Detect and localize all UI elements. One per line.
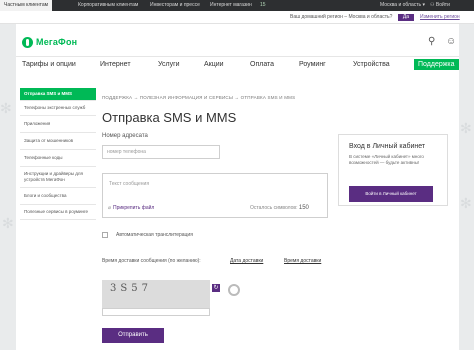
cabinet-title: Вход в Личный кабинет (349, 143, 426, 150)
sidebar-item-roaming[interactable]: Полезные сервисы в роуминге (20, 205, 96, 220)
message-textarea[interactable]: Текст сообщения (102, 173, 328, 218)
region-selector[interactable]: Москва и область ▾ (380, 0, 425, 11)
region-label: Москва и область (380, 2, 422, 8)
snowflake-decor: ✻ (460, 195, 472, 211)
cabinet-login-button[interactable]: Войти в Личный кабинет (349, 186, 433, 202)
page-title: Отправка SMS и MMS (102, 110, 237, 125)
nav-support[interactable]: Поддержка (414, 59, 459, 70)
sidebar-item-blogs[interactable]: Блоги и сообщества (20, 188, 96, 205)
nav-services[interactable]: Услуги (158, 59, 180, 70)
attach-file-link[interactable]: ⌀ Прикрепить файл (108, 205, 154, 211)
nav-payment[interactable]: Оплата (250, 59, 274, 70)
snowflake-decor: ✻ (2, 215, 14, 231)
delivery-date-link[interactable]: Дата доставки (230, 258, 263, 264)
refresh-icon[interactable]: ↻ (212, 284, 220, 292)
translit-checkbox[interactable] (102, 232, 108, 238)
sidebar-item-codes[interactable]: Телефонные коды (20, 150, 96, 167)
search-icon[interactable]: ⚲ (428, 36, 435, 47)
nav-promotions[interactable]: Акции (204, 59, 224, 70)
remaining-count: 150 (298, 205, 309, 211)
cabinet-text: В системе «Личный кабинет» много возможн… (349, 154, 424, 165)
delivery-time-link[interactable]: Время доставки (284, 258, 321, 264)
delivery-label: Время доставки сообщения (по желанию): (102, 258, 201, 264)
captcha-logo-icon (228, 284, 240, 296)
login-label: Войти (435, 2, 450, 8)
delivery-row: Время доставки сообщения (по желанию): Д… (102, 258, 321, 264)
change-region-link[interactable]: Изменить регион (420, 11, 460, 24)
breadcrumb[interactable]: ПОДДЕРЖКА → ПОЛЕЗНАЯ ИНФОРМАЦИЯ И СЕРВИС… (102, 95, 295, 100)
top-bar: Частным клиентам Корпоративным клиентам … (0, 0, 474, 11)
sidebar-item-fraud[interactable]: Защита от мошенников (20, 133, 96, 150)
login-link[interactable]: ⚇ Войти (430, 0, 450, 11)
snowflake-decor: ✻ (0, 100, 12, 116)
cabinet-box: Вход в Личный кабинет В системе «Личный … (338, 134, 448, 206)
send-button[interactable]: Отправить (102, 328, 164, 343)
tab-online-store[interactable]: Интернет магазин (206, 0, 256, 11)
sidebar-item-apps[interactable]: Приложения (20, 116, 96, 133)
captcha-input[interactable] (102, 308, 210, 316)
sidebar-item-emergency[interactable]: Телефоны экстренных служб (20, 101, 96, 116)
snowflake-decor: ✻ (460, 120, 472, 136)
main-content: Отправка SMS и MMS Телефоны экстренных с… (16, 72, 459, 350)
translit-option[interactable]: Автоматическая транслитерация (102, 232, 193, 238)
captcha-image: 3S57 (102, 280, 210, 308)
megafon-logo[interactable]: МегаФон (22, 35, 77, 49)
translit-label: Автоматическая транслитерация (116, 232, 193, 238)
region-bar: Ваш домашний регион – Москва и область? … (0, 11, 474, 24)
megafon-logo-icon (22, 36, 33, 48)
remaining-chars: Осталось символов: 150 (250, 205, 309, 211)
user-icon: ⚇ (430, 2, 435, 8)
captcha-logo (228, 284, 242, 296)
main-nav: Тарифы и опции Интернет Услуги Акции Опл… (16, 57, 459, 72)
user-icon[interactable]: ☺ (446, 36, 456, 47)
remaining-label: Осталось символов: (250, 205, 298, 211)
logo-text: МегаФон (36, 37, 78, 47)
nav-internet[interactable]: Интернет (100, 59, 131, 70)
phone-label: Номер адресата (102, 133, 148, 139)
region-yes-button[interactable]: Да (398, 14, 414, 21)
tab-private-clients[interactable]: Частным клиентам (0, 0, 53, 11)
region-question: Ваш домашний регион – Москва и область? (290, 14, 393, 20)
attach-label: Прикрепить файл (113, 205, 155, 211)
tab-corporate-clients[interactable]: Корпоративным клиентам (74, 0, 142, 11)
store-badge: 15 (260, 2, 266, 8)
nav-tariffs[interactable]: Тарифы и опции (22, 59, 76, 70)
sidebar-item-drivers[interactable]: Инструкции и драйверы для устройств Мега… (20, 167, 96, 188)
sidebar-item-sms-mms[interactable]: Отправка SMS и MMS (20, 88, 96, 101)
nav-roaming[interactable]: Роуминг (299, 59, 326, 70)
site-header: МегаФон ⚲ ☺ Тарифы и опции Интернет Услу… (16, 24, 459, 72)
paperclip-icon: ⌀ (108, 205, 112, 211)
sidebar: Отправка SMS и MMS Телефоны экстренных с… (20, 88, 96, 220)
tab-investors-press[interactable]: Инвесторам и прессе (146, 0, 204, 11)
nav-devices[interactable]: Устройства (353, 59, 390, 70)
phone-input[interactable]: номер телефона (102, 145, 220, 159)
